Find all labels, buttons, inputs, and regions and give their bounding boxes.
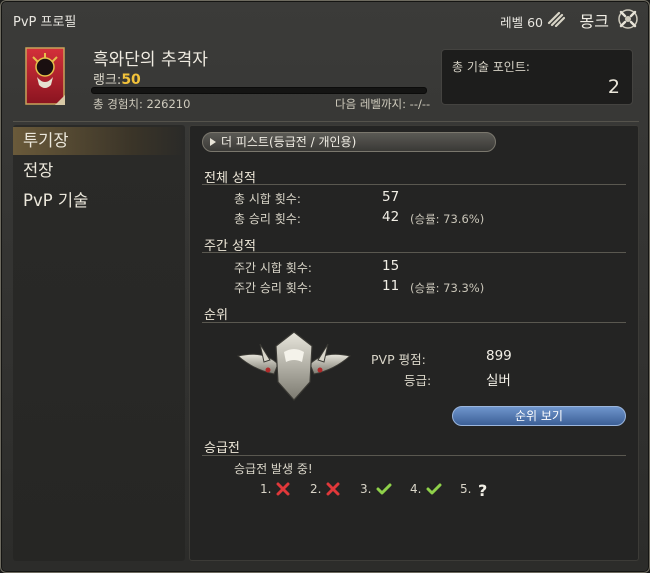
check-icon <box>376 483 392 495</box>
weekly-matches-value: 15 <box>382 258 400 274</box>
match-number: 5. <box>460 482 472 496</box>
level-label: 레벨 60 <box>500 15 543 30</box>
match-number: 3. <box>360 482 372 496</box>
promotion-heading: 승급전 <box>204 441 240 456</box>
character-name: 흑와단의 추격자 <box>93 50 208 70</box>
pvp-profile-window: PvP 프로필 레벨 60 몽크 흑와단의 추격자 랭크:50 총 경험치: 2… <box>0 0 650 573</box>
skill-points-value: 2 <box>607 76 620 98</box>
total-matches-value: 57 <box>382 189 400 205</box>
section-divider <box>202 184 626 185</box>
job-name: 몽크 <box>579 12 609 31</box>
total-win-rate: (승률: 73.6%) <box>410 212 485 226</box>
triangle-right-icon <box>210 138 216 146</box>
content-panel: 더 피스트(등급전 / 개인용) 전체 성적 총 시합 횟수: 57 총 승리 … <box>189 125 639 561</box>
sidebar-item-pvp-skills[interactable]: PvP 기술 <box>13 187 185 215</box>
promotion-match: 1. <box>260 482 290 496</box>
weekly-matches-label: 주간 시합 횟수: <box>234 261 312 275</box>
section-divider <box>202 322 626 323</box>
titlebar[interactable]: PvP 프로필 레벨 60 몽크 <box>1 1 649 37</box>
window-title: PvP 프로필 <box>13 15 77 30</box>
pvp-rating-label: PVP 평점: <box>371 352 426 367</box>
cross-icon <box>326 482 340 496</box>
sidebar-item-arena[interactable]: 투기장 <box>13 127 185 155</box>
weekly-wins-label: 주간 승리 횟수: <box>234 281 312 295</box>
tier-value: 실버 <box>486 373 511 389</box>
promotion-match: 4. <box>410 482 442 496</box>
profile-header: 흑와단의 추격자 랭크:50 총 경험치: 226210 다음 레벨까지: --… <box>13 39 639 119</box>
rank-label: 랭크: <box>93 73 122 88</box>
sidebar-item-label: 투기장 <box>23 131 69 150</box>
grand-company-emblem-icon <box>25 47 65 105</box>
total-wins-label: 총 승리 횟수: <box>234 212 301 226</box>
xp-next-level: 다음 레벨까지: --/-- <box>335 97 431 111</box>
section-divider <box>202 252 626 253</box>
promotion-match: 3. <box>360 482 392 496</box>
header-divider <box>13 121 639 122</box>
promotion-match: 5. ? <box>460 482 487 498</box>
promotion-status: 승급전 발생 중! <box>234 462 313 476</box>
check-icon <box>426 483 442 495</box>
mode-dropdown-label: 더 피스트(등급전 / 개인용) <box>221 135 357 149</box>
skill-points-label: 총 기술 포인트: <box>452 60 530 74</box>
rank-row: 랭크:50 <box>93 69 141 88</box>
weekly-win-rate: (승률: 73.3%) <box>410 281 485 295</box>
promotion-match: 2. <box>310 482 340 496</box>
mode-dropdown[interactable]: 더 피스트(등급전 / 개인용) <box>202 132 496 152</box>
weekly-wins-value: 11 <box>382 278 400 294</box>
rank-value: 50 <box>121 72 141 88</box>
sidebar-item-label: 전장 <box>23 161 54 180</box>
tier-label: 등급: <box>404 373 432 388</box>
svg-text:?: ? <box>478 482 487 498</box>
silver-tier-crest-icon <box>236 331 352 401</box>
cross-icon <box>276 482 290 496</box>
total-matches-label: 총 시합 횟수: <box>234 192 301 206</box>
xp-progress-bar <box>91 87 427 94</box>
xp-total: 총 경험치: 226210 <box>93 97 191 111</box>
view-ranking-button[interactable]: 순위 보기 <box>452 406 626 426</box>
monk-job-icon <box>547 11 565 27</box>
total-wins-value: 42 <box>382 209 400 225</box>
match-number: 4. <box>410 482 422 496</box>
match-number: 1. <box>260 482 272 496</box>
question-mark-icon: ? <box>478 482 487 498</box>
section-divider <box>202 455 626 456</box>
sidebar: 투기장 전장 PvP 기술 <box>13 125 185 561</box>
pvp-rating-value: 899 <box>486 348 512 364</box>
ranking-heading: 순위 <box>204 308 228 323</box>
match-number: 2. <box>310 482 322 496</box>
skill-points-box: 총 기술 포인트: 2 <box>441 49 633 105</box>
close-icon[interactable] <box>617 8 639 30</box>
sidebar-item-label: PvP 기술 <box>23 191 89 210</box>
sidebar-item-battlefield[interactable]: 전장 <box>13 157 185 185</box>
